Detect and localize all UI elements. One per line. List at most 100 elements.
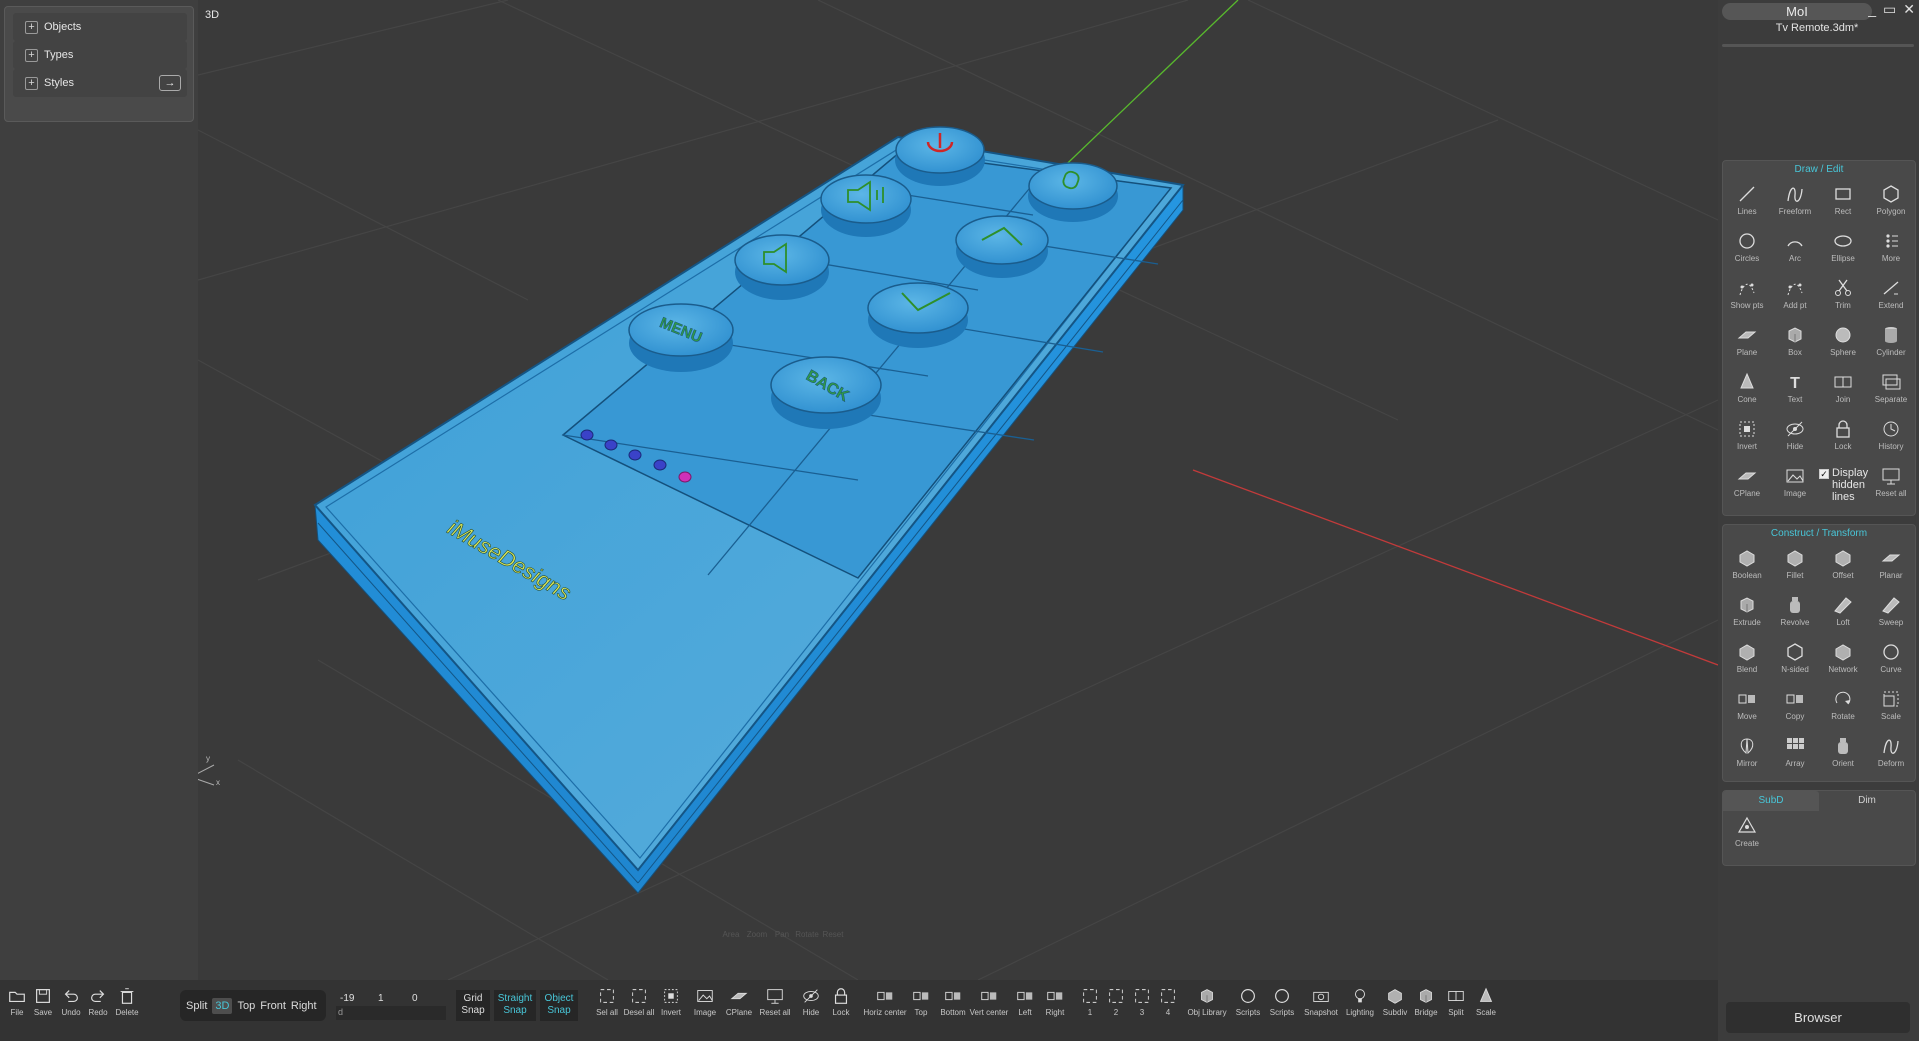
bottom-left-button[interactable]: Left xyxy=(1010,986,1040,1017)
tool-lines-button[interactable]: Lines xyxy=(1723,179,1771,226)
tool-invert-button[interactable]: Invert xyxy=(1723,414,1771,461)
tool-box-button[interactable]: Box xyxy=(1771,320,1819,367)
bottom-split-button[interactable]: Split xyxy=(1441,986,1471,1017)
tool-array-button[interactable]: Array xyxy=(1771,731,1819,778)
tool-plane-button[interactable]: Plane xyxy=(1723,320,1771,367)
tool-lock-button[interactable]: Lock xyxy=(1819,414,1867,461)
nav-reset-button[interactable]: Reset xyxy=(816,930,850,939)
coord-x-value[interactable]: -19 xyxy=(340,993,354,1004)
distance-field[interactable] xyxy=(336,1006,446,1020)
coordinate-input[interactable]: -19 1 0 d xyxy=(336,990,446,1021)
bottom-vert-center-button[interactable]: Vert center xyxy=(970,986,1008,1017)
create-subd-button[interactable]: Create xyxy=(1723,811,1771,858)
tool-offset-button[interactable]: Offset xyxy=(1819,543,1867,590)
tool-n-sided-button[interactable]: N-sided xyxy=(1771,637,1819,684)
grid-snap-toggle[interactable]: Grid Snap xyxy=(456,990,490,1021)
tool-join-button[interactable]: Join xyxy=(1819,367,1867,414)
bottom-obj-library-button[interactable]: Obj Library xyxy=(1187,986,1227,1017)
styles-edit-button[interactable]: → xyxy=(159,75,181,91)
bottom-bottom-button[interactable]: Bottom xyxy=(938,986,968,1017)
bottom-subdiv-button[interactable]: Subdiv xyxy=(1380,986,1410,1017)
tool-cone-button[interactable]: Cone xyxy=(1723,367,1771,414)
tool-rotate-button[interactable]: Rotate xyxy=(1819,684,1867,731)
view-top-button[interactable]: Top xyxy=(237,1000,255,1012)
view-3d-button[interactable]: 3D xyxy=(212,997,233,1014)
tab-subd[interactable]: SubD xyxy=(1723,791,1819,811)
view-right-button[interactable]: Right xyxy=(291,1000,317,1012)
tool-cplane-button[interactable]: CPlane xyxy=(1723,461,1771,508)
bottom-snapshot-button[interactable]: Snapshot xyxy=(1304,986,1338,1017)
tab-dim[interactable]: Dim xyxy=(1819,791,1915,811)
tool-orient-button[interactable]: Orient xyxy=(1819,731,1867,778)
maximize-icon[interactable]: ▭ xyxy=(1883,1,1896,18)
tool-sweep-button[interactable]: Sweep xyxy=(1867,590,1915,637)
tool-more-button[interactable]: More xyxy=(1867,226,1915,273)
tool-trim-button[interactable]: Trim xyxy=(1819,273,1867,320)
bottom-top-button[interactable]: Top xyxy=(906,986,936,1017)
checkbox-check-icon[interactable]: ✓ xyxy=(1819,469,1829,479)
bottom-4-button[interactable]: 4 xyxy=(1153,986,1183,1017)
coord-y-value[interactable]: 1 xyxy=(378,993,384,1004)
undo-button[interactable]: Undo xyxy=(56,986,86,1017)
construct-transform-header[interactable]: Construct / Transform xyxy=(1723,525,1915,543)
tool-history-button[interactable]: History xyxy=(1867,414,1915,461)
tool-fillet-button[interactable]: Fillet xyxy=(1771,543,1819,590)
display-hidden-lines-checkbox[interactable]: ✓ Display hidden lines xyxy=(1819,461,1868,508)
bottom-hide-button[interactable]: Hide xyxy=(796,986,826,1017)
bottom-horiz-center-button[interactable]: Horiz center xyxy=(863,986,907,1017)
tool-hide-button[interactable]: Hide xyxy=(1771,414,1819,461)
tool-circles-button[interactable]: Circles xyxy=(1723,226,1771,273)
tool-move-button[interactable]: Move xyxy=(1723,684,1771,731)
tool-network-button[interactable]: Network xyxy=(1819,637,1867,684)
tool-extend-button[interactable]: Extend xyxy=(1867,273,1915,320)
viewport-canvas[interactable]: MENU BACK iMuseDesigns xyxy=(198,0,1718,980)
coord-z-value[interactable]: 0 xyxy=(412,993,418,1004)
styles-row[interactable]: + Styles → xyxy=(13,69,187,97)
bottom-desel-all-button[interactable]: Desel all xyxy=(624,986,654,1017)
types-row[interactable]: + Types xyxy=(13,41,187,69)
expand-plus-icon[interactable]: + xyxy=(25,20,38,34)
tool-revolve-button[interactable]: Revolve xyxy=(1771,590,1819,637)
expand-plus-icon[interactable]: + xyxy=(25,48,38,62)
bottom-bridge-button[interactable]: Bridge xyxy=(1411,986,1441,1017)
bottom-invert-button[interactable]: Invert xyxy=(656,986,686,1017)
close-icon[interactable]: ✕ xyxy=(1903,1,1915,18)
tool-polygon-button[interactable]: Polygon xyxy=(1867,179,1915,226)
tool-planar-button[interactable]: Planar xyxy=(1867,543,1915,590)
straight-snap-toggle[interactable]: Straight Snap xyxy=(494,990,536,1021)
minimize-icon[interactable]: _ xyxy=(1868,1,1876,18)
tool-sphere-button[interactable]: Sphere xyxy=(1819,320,1867,367)
tool-separate-button[interactable]: Separate xyxy=(1867,367,1915,414)
tool-blend-button[interactable]: Blend xyxy=(1723,637,1771,684)
bottom-scale-button[interactable]: Scale xyxy=(1471,986,1501,1017)
draw-edit-header[interactable]: Draw / Edit xyxy=(1723,161,1915,179)
view-front-button[interactable]: Front xyxy=(260,1000,286,1012)
tool-copy-button[interactable]: Copy xyxy=(1771,684,1819,731)
tool-rect-button[interactable]: Rect xyxy=(1819,179,1867,226)
bottom-image-button[interactable]: Image xyxy=(690,986,720,1017)
save-button[interactable]: Save xyxy=(28,986,58,1017)
tool-deform-button[interactable]: Deform xyxy=(1867,731,1915,778)
view-split-button[interactable]: Split xyxy=(186,1000,207,1012)
redo-button[interactable]: Redo xyxy=(83,986,113,1017)
tool-boolean-button[interactable]: Boolean xyxy=(1723,543,1771,590)
tool-image-button[interactable]: Image xyxy=(1771,461,1819,508)
tool-loft-button[interactable]: Loft xyxy=(1819,590,1867,637)
bottom-lighting-button[interactable]: Lighting xyxy=(1345,986,1375,1017)
tool-freeform-button[interactable]: Freeform xyxy=(1771,179,1819,226)
tool-cylinder-button[interactable]: Cylinder xyxy=(1867,320,1915,367)
bottom-lock-button[interactable]: Lock xyxy=(826,986,856,1017)
tool-arc-button[interactable]: Arc xyxy=(1771,226,1819,273)
expand-plus-icon[interactable]: + xyxy=(25,76,38,90)
tool-reset-all-button[interactable]: Reset all xyxy=(1867,461,1915,508)
bottom-sel-all-button[interactable]: Sel all xyxy=(592,986,622,1017)
tool-show-pts-button[interactable]: Show pts xyxy=(1723,273,1771,320)
bottom-right-button[interactable]: Right xyxy=(1040,986,1070,1017)
bottom-reset-all-button[interactable]: Reset all xyxy=(759,986,791,1017)
tool-curve-button[interactable]: Curve xyxy=(1867,637,1915,684)
tool-scale-button[interactable]: Scale xyxy=(1867,684,1915,731)
browser-button[interactable]: Browser xyxy=(1726,1002,1910,1033)
delete-button[interactable]: Delete xyxy=(112,986,142,1017)
tool-ellipse-button[interactable]: Ellipse xyxy=(1819,226,1867,273)
tool-mirror-button[interactable]: Mirror xyxy=(1723,731,1771,778)
